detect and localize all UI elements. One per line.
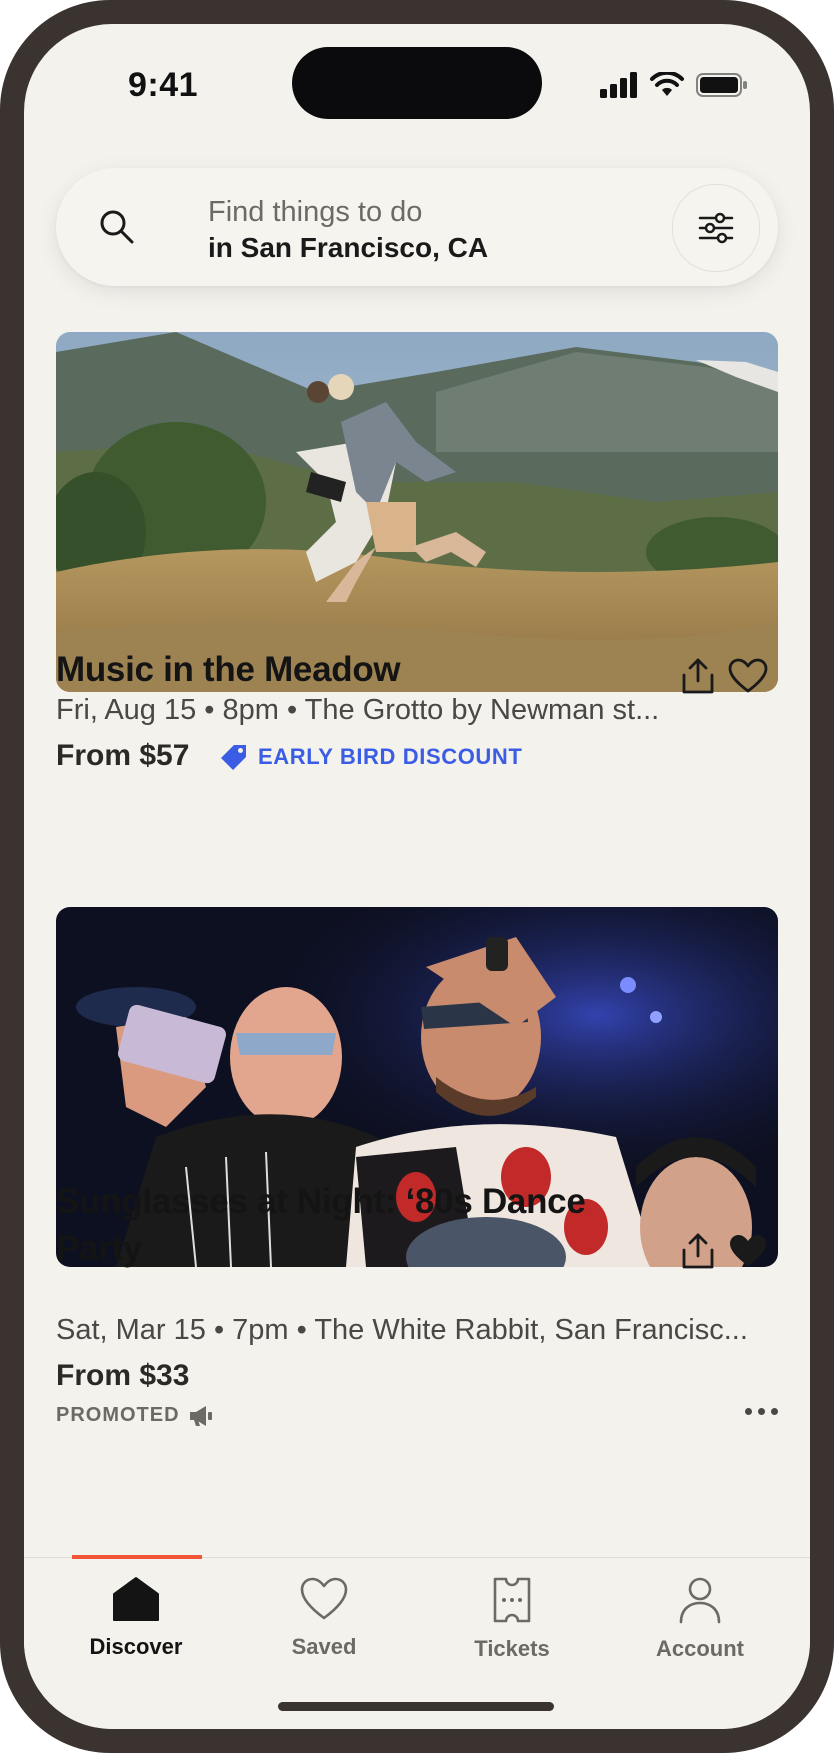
wifi-icon (650, 72, 684, 96)
app-screen: 9:41 Find things to do in San Francisco,… (24, 24, 810, 1729)
sliders-icon (698, 212, 734, 244)
active-tab-indicator (72, 1555, 202, 1559)
discount-badge: EARLY BIRD DISCOUNT (220, 743, 522, 771)
filter-button[interactable] (672, 184, 760, 272)
signal-icon (600, 72, 637, 98)
event-meta: Sat, Mar 15 • 7pm • The White Rabbit, Sa… (56, 1314, 748, 1346)
heart-filled-icon (730, 1235, 766, 1266)
search-icon (100, 210, 134, 244)
status-icons (600, 72, 748, 98)
status-time: 9:41 (128, 66, 199, 104)
dot-icon (745, 1408, 752, 1415)
tab-saved[interactable]: Saved (230, 1576, 418, 1660)
event-title[interactable]: Sunglasses at Night: ‘80s Dance Party (56, 1178, 616, 1272)
event-title[interactable]: Music in the Meadow (56, 646, 616, 693)
dot-icon (771, 1408, 778, 1415)
promoted-label: PROMOTED (56, 1404, 214, 1427)
home-icon (113, 1577, 159, 1621)
tab-label: Account (656, 1636, 744, 1661)
event-meta: Fri, Aug 15 • 8pm • The Grotto by Newman… (56, 694, 660, 726)
event-image-meadow[interactable] (56, 332, 778, 692)
promoted-text: PROMOTED (56, 1404, 180, 1426)
tag-icon (221, 745, 246, 770)
home-indicator[interactable] (278, 1702, 554, 1711)
megaphone-icon (189, 1405, 212, 1426)
more-options-button[interactable] (745, 1408, 778, 1415)
search-bar[interactable]: Find things to do in San Francisco, CA (56, 168, 778, 286)
heart-outline-icon (728, 658, 768, 693)
meadow-photo (56, 332, 778, 692)
tab-tickets[interactable]: Tickets (418, 1576, 606, 1662)
search-location: in San Francisco, CA (208, 232, 489, 263)
share-icon (682, 658, 714, 694)
phone-device: 9:41 Find things to do in San Francisco,… (0, 0, 834, 1753)
share-button[interactable] (674, 1227, 722, 1275)
tab-label: Tickets (474, 1636, 550, 1661)
ticket-icon (493, 1577, 531, 1623)
tab-account[interactable]: Account (606, 1576, 794, 1662)
save-button[interactable] (724, 652, 772, 700)
discount-label: EARLY BIRD DISCOUNT (258, 744, 523, 769)
share-button[interactable] (674, 652, 722, 700)
heart-icon (300, 1577, 348, 1620)
share-icon (682, 1233, 714, 1269)
saved-button[interactable] (724, 1227, 772, 1275)
tab-label: Discover (89, 1634, 183, 1659)
person-icon (679, 1577, 721, 1624)
dynamic-island (292, 47, 542, 119)
tab-discover[interactable]: Discover (42, 1576, 230, 1660)
event-price: From $57 (56, 739, 190, 772)
tab-label: Saved (291, 1634, 357, 1659)
dot-icon (758, 1408, 765, 1415)
search-placeholder: Find things to do (208, 196, 423, 228)
event-price: From $33 (56, 1359, 190, 1392)
battery-icon (696, 73, 747, 97)
